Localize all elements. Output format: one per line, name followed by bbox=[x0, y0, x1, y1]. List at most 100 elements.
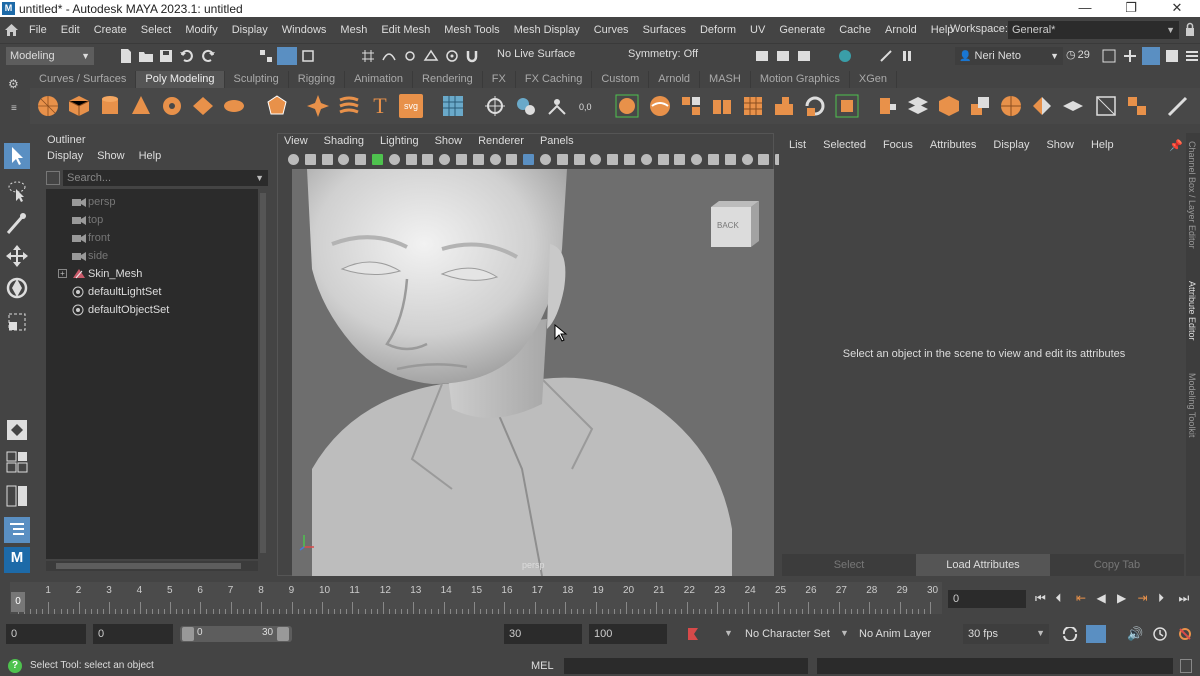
outliner-search-input[interactable]: Search... ▼ bbox=[63, 170, 268, 186]
character-preferences-icon[interactable] bbox=[1177, 626, 1193, 642]
menu-edit[interactable]: Edit bbox=[54, 17, 87, 43]
outliner-item-defaultlightset[interactable]: defaultLightSet bbox=[46, 283, 258, 301]
close-button[interactable]: ✕ bbox=[1154, 0, 1200, 17]
symmetry-field[interactable]: Symmetry: Off bbox=[628, 48, 698, 60]
insert-edge-loop-icon[interactable] bbox=[772, 94, 796, 118]
outliner-menu-show[interactable]: Show bbox=[97, 150, 125, 162]
target-weld-icon[interactable] bbox=[906, 94, 930, 118]
select-tool-button[interactable] bbox=[4, 143, 30, 169]
save-scene-icon[interactable] bbox=[158, 48, 174, 64]
attribute-editor-toggle-button[interactable] bbox=[1142, 47, 1160, 65]
menu-deform[interactable]: Deform bbox=[693, 17, 743, 43]
arnold-render-icon[interactable] bbox=[878, 48, 894, 64]
select-camera-icon[interactable] bbox=[288, 154, 299, 165]
outliner-item-defaultobjectset[interactable]: defaultObjectSet bbox=[46, 301, 258, 319]
viewport-menu-view[interactable]: View bbox=[284, 135, 308, 147]
playback-end-field[interactable]: 30 bbox=[504, 624, 582, 644]
outliner-horizontal-scrollbar[interactable] bbox=[46, 561, 258, 571]
poly-helix-icon[interactable] bbox=[337, 94, 361, 118]
poly-sphere-icon[interactable] bbox=[36, 94, 60, 118]
film-gate-icon[interactable] bbox=[405, 154, 417, 165]
bookmark-icon[interactable] bbox=[321, 154, 333, 165]
outliner-item-persp[interactable]: persp bbox=[46, 193, 258, 211]
render-frame-icon[interactable] bbox=[754, 48, 770, 64]
poly-cone-icon[interactable] bbox=[129, 94, 153, 118]
fps-select[interactable]: 30 fps ▼ bbox=[963, 624, 1049, 644]
redo-icon[interactable] bbox=[200, 48, 216, 64]
viewport-menu-renderer[interactable]: Renderer bbox=[478, 135, 524, 147]
separate-icon[interactable] bbox=[514, 94, 538, 118]
load-attributes-button[interactable]: Load Attributes bbox=[916, 554, 1050, 576]
range-start-handle[interactable] bbox=[182, 627, 194, 641]
xray-active-icon[interactable] bbox=[724, 154, 736, 165]
rotate-tool-icon[interactable] bbox=[4, 275, 30, 301]
shelf-tab-mash[interactable]: MASH bbox=[700, 71, 751, 88]
home-icon[interactable] bbox=[0, 17, 22, 43]
step-back-frame-icon[interactable]: ⏴ bbox=[1056, 591, 1070, 605]
tab-channel-box[interactable]: Channel Box / Layer Editor bbox=[1187, 141, 1197, 249]
sculpt-icon[interactable] bbox=[1166, 94, 1190, 118]
platonic-solid-icon[interactable] bbox=[265, 94, 289, 118]
viewport-menu-shading[interactable]: Shading bbox=[324, 135, 364, 147]
viewport-menu-lighting[interactable]: Lighting bbox=[380, 135, 419, 147]
single-perspective-layout-icon[interactable] bbox=[4, 417, 30, 443]
menu-mesh-tools[interactable]: Mesh Tools bbox=[437, 17, 506, 43]
lock-icon[interactable] bbox=[1185, 22, 1195, 36]
menu-arnold[interactable]: Arnold bbox=[878, 17, 924, 43]
outliner-item-top[interactable]: top bbox=[46, 211, 258, 229]
play-backwards-icon[interactable]: ◀ bbox=[1097, 591, 1111, 605]
shelf-tab-fx-caching[interactable]: FX Caching bbox=[516, 71, 593, 88]
poly-cylinder-icon[interactable] bbox=[98, 94, 122, 118]
view-cube[interactable]: BACK bbox=[707, 197, 763, 254]
safe-title-icon[interactable] bbox=[489, 154, 501, 165]
motion-blur-icon[interactable] bbox=[624, 154, 635, 165]
shadows-icon[interactable] bbox=[590, 154, 602, 165]
anim-layer-field[interactable]: No Anim Layer bbox=[859, 628, 931, 640]
outliner-item-front[interactable]: front bbox=[46, 229, 258, 247]
step-forward-frame-icon[interactable]: ⏵ bbox=[1158, 591, 1172, 605]
modeling-toolkit-icon[interactable] bbox=[1122, 48, 1138, 64]
command-input[interactable] bbox=[564, 658, 808, 674]
playback-start-field[interactable]: 0 bbox=[93, 624, 173, 644]
current-time-field[interactable]: 0 bbox=[948, 590, 1026, 608]
menu-mesh[interactable]: Mesh bbox=[333, 17, 374, 43]
live-surface-field[interactable]: No Live Surface bbox=[497, 48, 575, 60]
four-view-layout-icon[interactable] bbox=[4, 449, 30, 475]
script-language-toggle[interactable]: MEL bbox=[531, 660, 554, 672]
outliner-vertical-scrollbar[interactable] bbox=[260, 193, 266, 553]
magnet-icon[interactable] bbox=[464, 48, 480, 64]
snap-point-icon[interactable] bbox=[402, 48, 418, 64]
bridge-icon[interactable] bbox=[679, 94, 703, 118]
step-back-key-icon[interactable]: ⇤ bbox=[1076, 591, 1090, 605]
chevron-down-icon[interactable]: ▼ bbox=[724, 628, 733, 638]
attribute-menu-display[interactable]: Display bbox=[993, 139, 1029, 151]
smooth-icon[interactable] bbox=[545, 94, 569, 118]
exposure-icon[interactable] bbox=[758, 154, 770, 165]
menu-modify[interactable]: Modify bbox=[178, 17, 224, 43]
user-account-menu[interactable]: 👤 Neri Neto ▼ bbox=[955, 47, 1063, 65]
shelf-tab-poly-modeling[interactable]: Poly Modeling bbox=[136, 71, 225, 88]
field-chart-icon[interactable] bbox=[456, 154, 467, 165]
notifications-badge[interactable]: ◷ 29 bbox=[1066, 48, 1090, 62]
depth-of-field-icon[interactable] bbox=[657, 154, 669, 165]
scrollbar-thumb[interactable] bbox=[56, 563, 241, 569]
menu-surfaces[interactable]: Surfaces bbox=[636, 17, 693, 43]
select-components-icon[interactable] bbox=[300, 48, 316, 64]
wireframe-icon[interactable] bbox=[506, 154, 518, 165]
mirror-icon[interactable] bbox=[1030, 94, 1054, 118]
undo-icon[interactable] bbox=[179, 48, 195, 64]
shelf-tab-sculpting[interactable]: Sculpting bbox=[225, 71, 289, 88]
menu-create[interactable]: Create bbox=[87, 17, 134, 43]
time-slider[interactable]: 1 2 3 4 5 6 7 8 9 10 11 12 13 14 15 16 17 18 19 20 21 22 23 24 2… bbox=[10, 582, 942, 614]
attribute-menu-list[interactable]: List bbox=[789, 139, 806, 151]
shelf-tab-fx[interactable]: FX bbox=[483, 71, 516, 88]
two-view-layout-icon[interactable] bbox=[4, 483, 30, 509]
poly-plane-icon[interactable] bbox=[191, 94, 215, 118]
outliner-item-skin-mesh[interactable]: + Skin_Mesh bbox=[46, 265, 258, 283]
range-slider[interactable]: 0 30 bbox=[180, 626, 292, 642]
mirror-cut-icon[interactable] bbox=[1061, 94, 1085, 118]
sweep-mesh-icon[interactable] bbox=[441, 94, 465, 118]
lasso-select-icon[interactable] bbox=[4, 177, 30, 203]
shelf-menu-icon[interactable]: ≡ bbox=[11, 103, 17, 114]
ipr-render-icon[interactable] bbox=[775, 48, 791, 64]
